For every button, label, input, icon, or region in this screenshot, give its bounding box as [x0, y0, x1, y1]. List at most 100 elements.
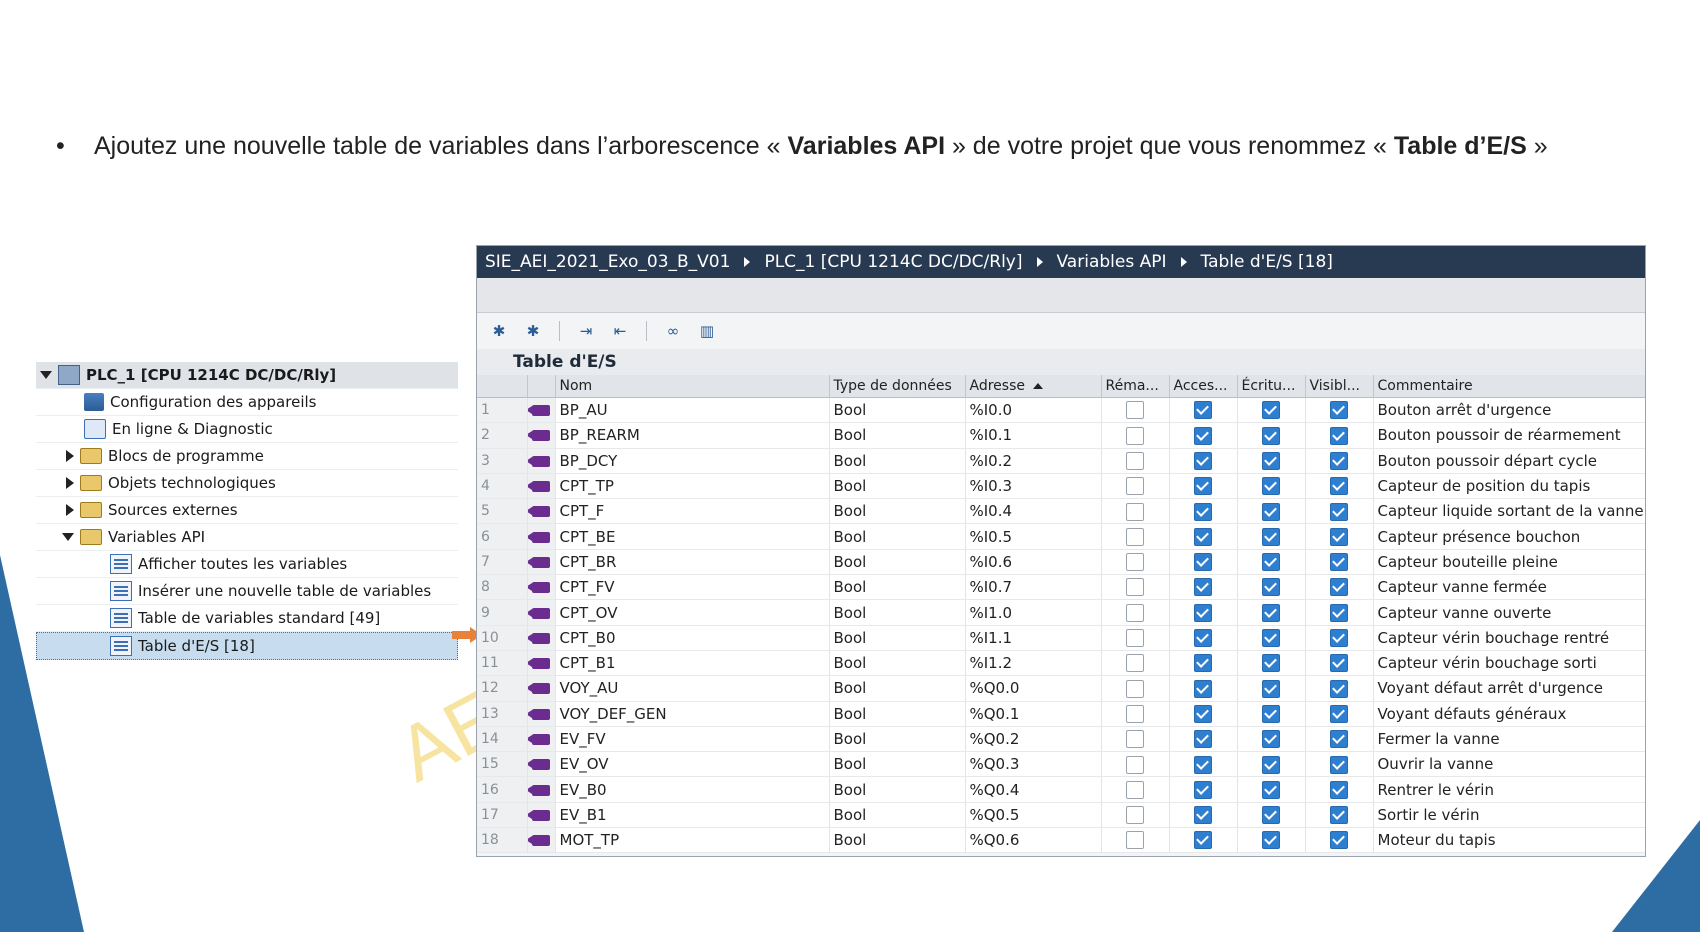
- tag-datatype-cell[interactable]: Bool: [829, 701, 966, 727]
- writable-checkbox[interactable]: [1262, 477, 1280, 496]
- tag-address-cell[interactable]: %Q0.4: [965, 776, 1102, 803]
- tag-comment-cell[interactable]: Sortir le vérin: [1373, 802, 1645, 829]
- table-row[interactable]: 6 CPT_BE Bool %I0.5 Capteur présence bouchon: [477, 523, 1645, 550]
- writable-checkbox[interactable]: [1262, 679, 1280, 698]
- writable-checkbox[interactable]: [1262, 704, 1280, 723]
- row-number[interactable]: 2: [477, 422, 528, 449]
- retain-checkbox[interactable]: [1126, 629, 1144, 648]
- writable-checkbox[interactable]: [1262, 755, 1280, 774]
- tag-address-cell[interactable]: %Q0.1: [965, 701, 1102, 727]
- accessible-checkbox[interactable]: [1194, 426, 1212, 445]
- row-number[interactable]: 6: [477, 523, 528, 550]
- writable-checkbox[interactable]: [1262, 730, 1280, 749]
- table-row[interactable]: 17 EV_B1 Bool %Q0.5 Sortir le vérin: [477, 802, 1645, 829]
- retain-checkbox[interactable]: [1126, 654, 1144, 673]
- tree-item-plc-tags[interactable]: Variables API: [36, 524, 458, 551]
- row-number[interactable]: 14: [477, 726, 528, 753]
- tag-name-cell[interactable]: CPT_FV: [555, 574, 830, 601]
- tag-name-cell[interactable]: CPT_B0: [555, 625, 830, 651]
- accessible-checkbox[interactable]: [1194, 629, 1212, 648]
- tree-root-plc[interactable]: PLC_1 [CPU 1214C DC/DC/Rly]: [36, 362, 458, 389]
- table-row[interactable]: 1 BP_AU Bool %I0.0 Bouton arrêt d'urgence: [477, 397, 1645, 424]
- tag-comment-cell[interactable]: Capteur vanne ouverte: [1373, 599, 1645, 626]
- accessible-checkbox[interactable]: [1194, 679, 1212, 698]
- tag-name-cell[interactable]: CPT_B1: [555, 650, 830, 677]
- retain-checkbox[interactable]: [1126, 578, 1144, 597]
- tag-name-cell[interactable]: CPT_BR: [555, 549, 830, 576]
- retain-checkbox[interactable]: [1126, 502, 1144, 521]
- table-row[interactable]: 5 CPT_F Bool %I0.4 Capteur liquide sortant d…: [477, 498, 1645, 525]
- tag-datatype-cell[interactable]: Bool: [829, 574, 966, 601]
- accessible-checkbox[interactable]: [1194, 553, 1212, 572]
- retain-checkbox[interactable]: [1126, 780, 1144, 799]
- tag-comment-cell[interactable]: Capteur vérin bouchage rentré: [1373, 625, 1645, 651]
- tree-item-add-tag-table[interactable]: Insérer une nouvelle table de variables: [36, 578, 458, 605]
- accessible-checkbox[interactable]: [1194, 780, 1212, 799]
- writable-checkbox[interactable]: [1262, 451, 1280, 470]
- retain-checkbox[interactable]: [1126, 527, 1144, 546]
- tag-datatype-cell[interactable]: Bool: [829, 751, 966, 778]
- column-header-accessible[interactable]: Acces...: [1169, 375, 1238, 398]
- writable-checkbox[interactable]: [1262, 426, 1280, 445]
- tag-datatype-cell[interactable]: Bool: [829, 625, 966, 651]
- tag-comment-cell[interactable]: Capteur liquide sortant de la vanne: [1373, 498, 1645, 525]
- table-row[interactable]: 7 CPT_BR Bool %I0.6 Capteur bouteille pleine: [477, 549, 1645, 576]
- tag-name-cell[interactable]: VOY_DEF_GEN: [555, 701, 830, 727]
- tag-address-cell[interactable]: %I0.4: [965, 498, 1102, 525]
- visible-checkbox[interactable]: [1330, 502, 1348, 521]
- tag-comment-cell[interactable]: Ouvrir la vanne: [1373, 751, 1645, 778]
- visible-checkbox[interactable]: [1330, 603, 1348, 622]
- insert-row-icon[interactable]: ✱: [521, 320, 545, 342]
- tag-comment-cell[interactable]: Capteur bouteille pleine: [1373, 549, 1645, 576]
- tree-item-standard-tag-table[interactable]: Table de variables standard [49]: [36, 605, 458, 632]
- retain-checkbox[interactable]: [1126, 704, 1144, 723]
- row-number[interactable]: 1: [477, 397, 528, 424]
- row-number[interactable]: 5: [477, 498, 528, 525]
- accessible-checkbox[interactable]: [1194, 527, 1212, 546]
- breadcrumb-plc[interactable]: PLC_1 [CPU 1214C DC/DC/Rly]: [764, 252, 1022, 272]
- tag-datatype-cell[interactable]: Bool: [829, 498, 966, 525]
- tag-address-cell[interactable]: %I1.1: [965, 625, 1102, 651]
- tag-name-cell[interactable]: MOT_TP: [555, 827, 830, 854]
- tag-name-cell[interactable]: EV_OV: [555, 751, 830, 778]
- column-header-name[interactable]: Nom: [555, 375, 830, 398]
- tag-name-cell[interactable]: VOY_AU: [555, 675, 830, 702]
- column-header-writable[interactable]: Écritu...: [1237, 375, 1306, 398]
- retain-checkbox[interactable]: [1126, 426, 1144, 445]
- table-row[interactable]: 8 CPT_FV Bool %I0.7 Capteur vanne fermée: [477, 574, 1645, 601]
- tag-name-cell[interactable]: EV_FV: [555, 726, 830, 753]
- visible-checkbox[interactable]: [1330, 806, 1348, 825]
- chevron-right-icon[interactable]: [66, 504, 74, 516]
- row-number[interactable]: 9: [477, 599, 528, 626]
- writable-checkbox[interactable]: [1262, 780, 1280, 799]
- row-number[interactable]: 3: [477, 448, 528, 474]
- tag-datatype-cell[interactable]: Bool: [829, 473, 966, 500]
- tag-comment-cell[interactable]: Fermer la vanne: [1373, 726, 1645, 753]
- tag-datatype-cell[interactable]: Bool: [829, 802, 966, 829]
- tag-comment-cell[interactable]: Bouton poussoir de réarmement: [1373, 422, 1645, 449]
- tag-address-cell[interactable]: %Q0.0: [965, 675, 1102, 702]
- visible-checkbox[interactable]: [1330, 679, 1348, 698]
- tag-address-cell[interactable]: %I0.1: [965, 422, 1102, 449]
- tag-datatype-cell[interactable]: Bool: [829, 650, 966, 677]
- visible-checkbox[interactable]: [1330, 527, 1348, 546]
- breadcrumb-current-table[interactable]: Table d'E/S [18]: [1201, 252, 1333, 272]
- row-number[interactable]: 16: [477, 776, 528, 803]
- tree-item-program-blocks[interactable]: Blocs de programme: [36, 443, 458, 470]
- tree-item-show-all-tags[interactable]: Afficher toutes les variables: [36, 551, 458, 578]
- table-row[interactable]: 9 CPT_OV Bool %I1.0 Capteur vanne ouverte: [477, 599, 1645, 626]
- writable-checkbox[interactable]: [1262, 578, 1280, 597]
- visible-checkbox[interactable]: [1330, 730, 1348, 749]
- tag-datatype-cell[interactable]: Bool: [829, 776, 966, 803]
- visible-checkbox[interactable]: [1330, 654, 1348, 673]
- table-row[interactable]: 14 EV_FV Bool %Q0.2 Fermer la vanne: [477, 726, 1645, 753]
- table-row[interactable]: 2 BP_REARM Bool %I0.1 Bouton poussoir de réa…: [477, 422, 1645, 449]
- visible-checkbox[interactable]: [1330, 578, 1348, 597]
- writable-checkbox[interactable]: [1262, 603, 1280, 622]
- table-row[interactable]: 12 VOY_AU Bool %Q0.0 Voyant défaut arrêt d'u…: [477, 675, 1645, 702]
- tree-item-io-table[interactable]: Table d'E/S [18]: [36, 632, 458, 660]
- tag-address-cell[interactable]: %I1.2: [965, 650, 1102, 677]
- table-row[interactable]: 18 MOT_TP Bool %Q0.6 Moteur du tapis: [477, 827, 1645, 854]
- accessible-checkbox[interactable]: [1194, 806, 1212, 825]
- row-number[interactable]: 12: [477, 675, 528, 702]
